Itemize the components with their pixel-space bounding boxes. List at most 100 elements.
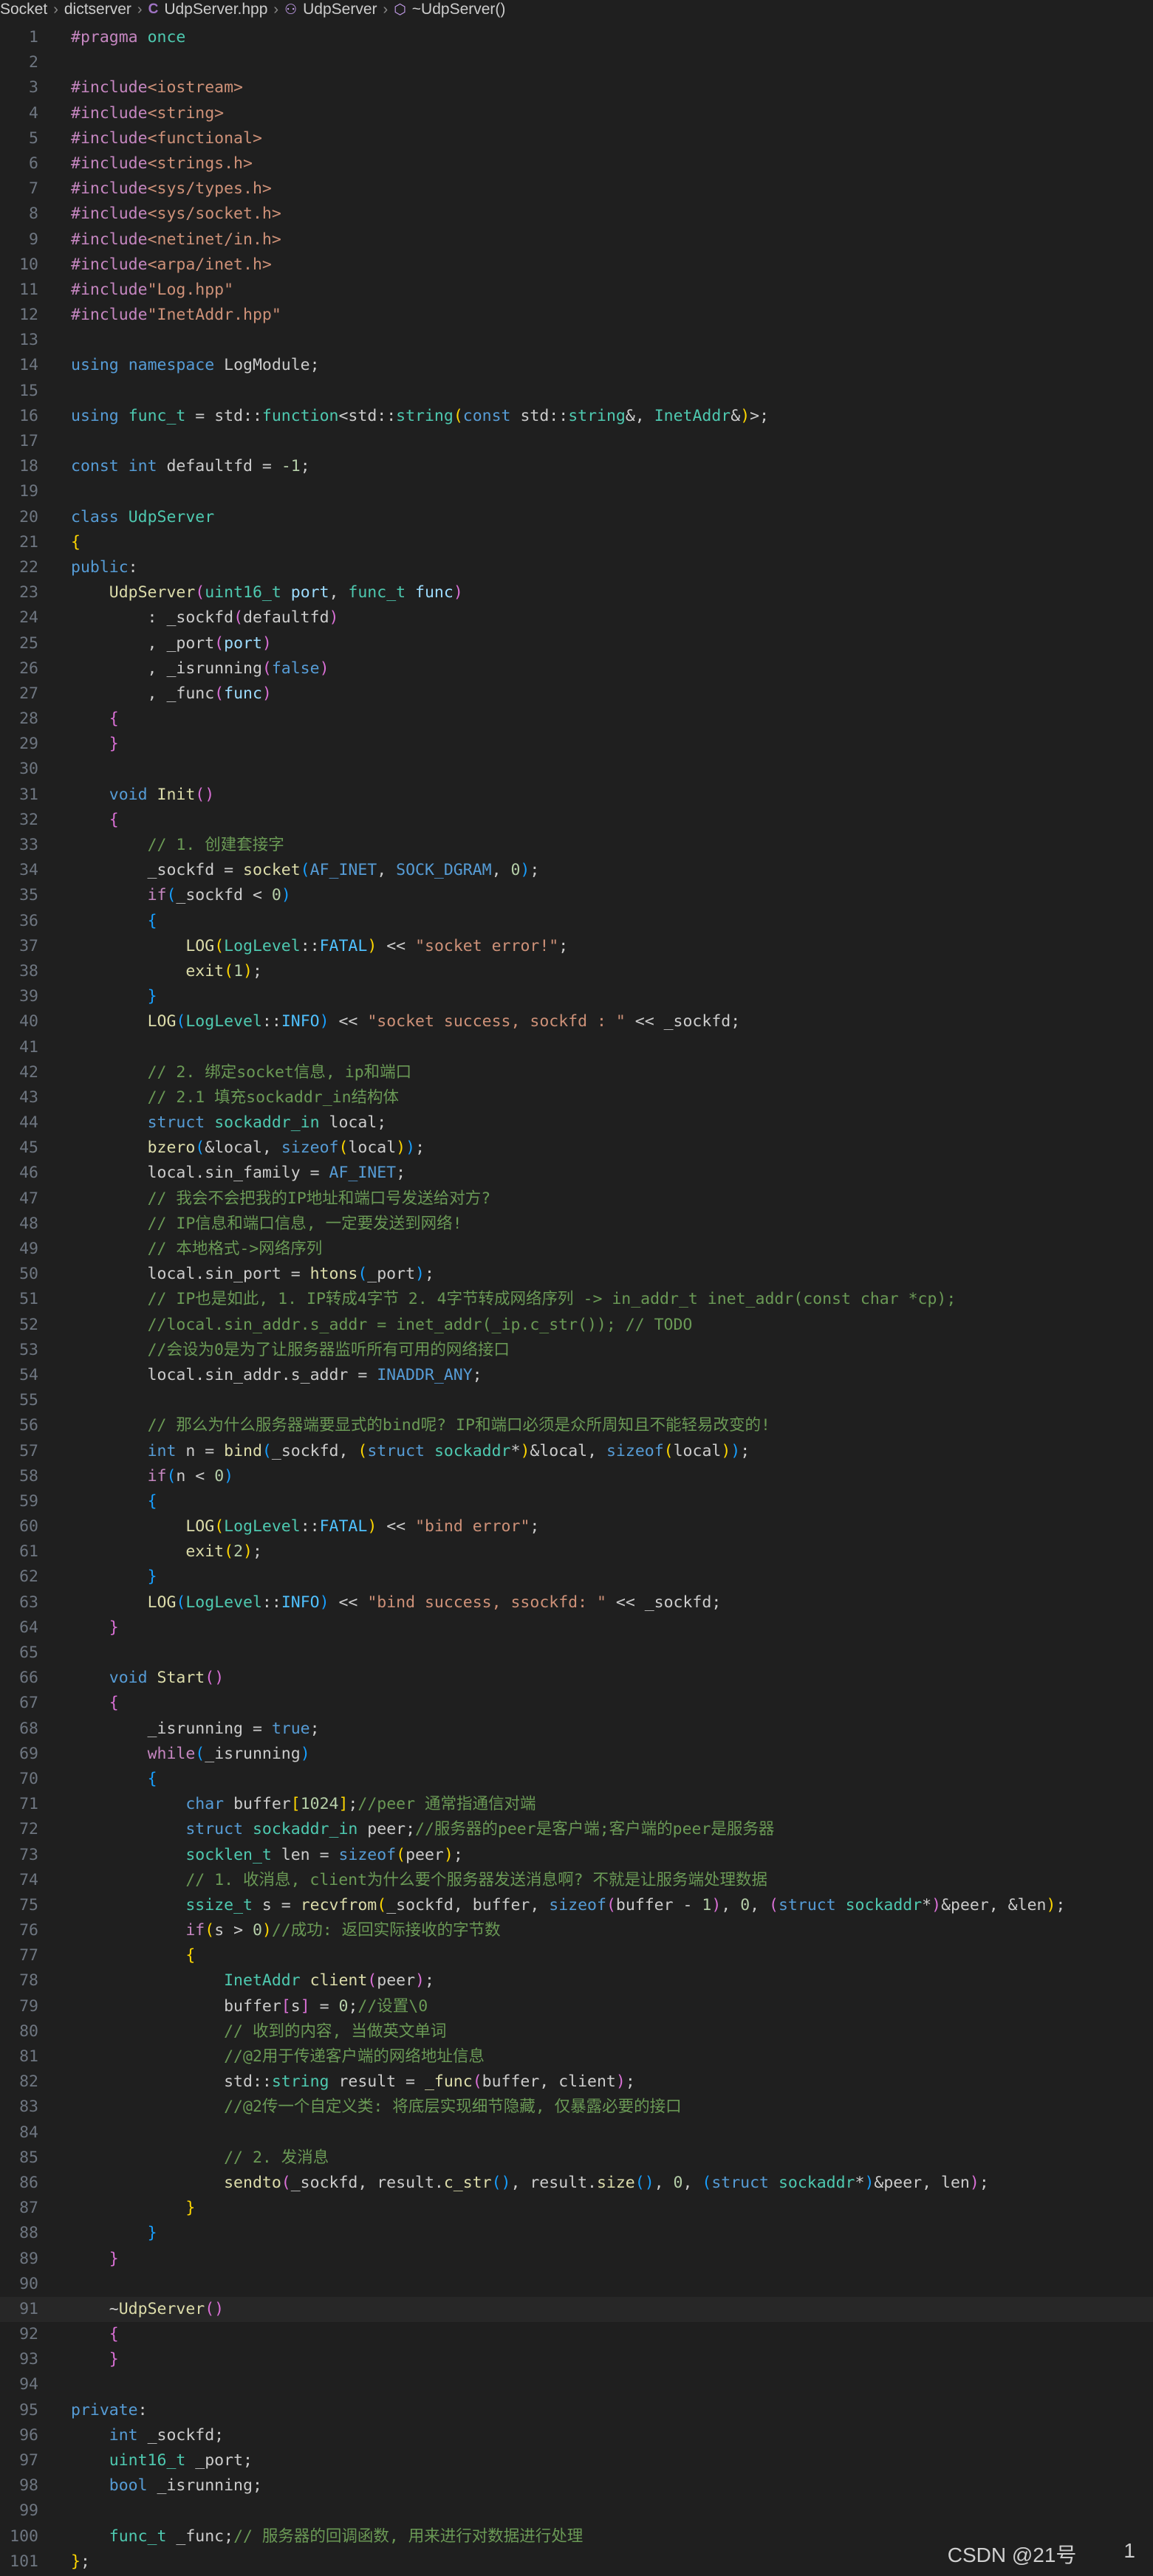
code-line[interactable]: 54 local.sin_addr.s_addr = INADDR_ANY; [0, 1363, 1153, 1388]
code-line[interactable]: 8 #include<sys/socket.h> [0, 202, 1153, 227]
code-line[interactable]: 56 // 那么为什么服务器端要显式的bind呢? IP和端口必须是众所周知且不… [0, 1413, 1153, 1438]
code-line[interactable]: 59 { [0, 1489, 1153, 1514]
code-line[interactable]: 69 while(_isrunning) [0, 1742, 1153, 1767]
code-line[interactable]: 23 UdpServer(uint16_t port, func_t func) [0, 580, 1153, 605]
code-line[interactable]: 51 // IP也是如此, 1. IP转成4字节 2. 4字节转成网络序列 ->… [0, 1287, 1153, 1312]
code-line[interactable]: 18 const int defaultfd = -1; [0, 454, 1153, 479]
code-line[interactable]: 1 #pragma once [0, 25, 1153, 50]
code-line[interactable]: 34 _sockfd = socket(AF_INET, SOCK_DGRAM,… [0, 858, 1153, 883]
code-line[interactable]: 14 using namespace LogModule; [0, 353, 1153, 378]
code-line[interactable]: 52 //local.sin_addr.s_addr = inet_addr(_… [0, 1313, 1153, 1338]
code-line[interactable]: 72 struct sockaddr_in peer;//服务器的peer是客户… [0, 1817, 1153, 1842]
code-line[interactable]: 55 [0, 1388, 1153, 1413]
code-line[interactable]: 15 [0, 379, 1153, 404]
code-line[interactable]: 49 // 本地格式->网络序列 [0, 1237, 1153, 1262]
code-line[interactable]: 20 class UdpServer [0, 505, 1153, 530]
code-line[interactable]: 45 bzero(&local, sizeof(local)); [0, 1136, 1153, 1161]
code-line[interactable]: 17 [0, 429, 1153, 454]
code-line[interactable]: 22 public: [0, 555, 1153, 580]
code-line[interactable]: 37 LOG(LogLevel::FATAL) << "socket error… [0, 934, 1153, 959]
code-line[interactable]: 5 #include<functional> [0, 126, 1153, 151]
code-line[interactable]: 61 exit(2); [0, 1539, 1153, 1565]
code-line[interactable]: 87 } [0, 2196, 1153, 2221]
code-line[interactable]: 28 { [0, 707, 1153, 732]
code-line[interactable]: 83 //@2传一个自定义类: 将底层实现细节隐藏, 仅暴露必要的接口 [0, 2095, 1153, 2120]
code-line[interactable]: 65 [0, 1641, 1153, 1666]
code-line[interactable]: 39 } [0, 984, 1153, 1009]
code-line[interactable]: 19 [0, 479, 1153, 504]
code-line[interactable]: 42 // 2. 绑定socket信息, ip和端口 [0, 1060, 1153, 1085]
code-line[interactable]: 11 #include"Log.hpp" [0, 278, 1153, 303]
code-line[interactable]: 96 int _sockfd; [0, 2423, 1153, 2448]
code-line[interactable]: 78 InetAddr client(peer); [0, 1968, 1153, 1993]
code-line[interactable]: 33 // 1. 创建套接字 [0, 833, 1153, 858]
code-line[interactable]: 68 _isrunning = true; [0, 1717, 1153, 1742]
code-line[interactable]: 57 int n = bind(_sockfd, (struct sockadd… [0, 1439, 1153, 1464]
code-line[interactable]: 46 local.sin_family = AF_INET; [0, 1161, 1153, 1186]
code-line[interactable]: 71 char buffer[1024];//peer 通常指通信对端 [0, 1792, 1153, 1817]
code-line[interactable]: 64 } [0, 1615, 1153, 1641]
code-line[interactable]: 10 #include<arpa/inet.h> [0, 253, 1153, 278]
code-line[interactable]: 97 uint16_t _port; [0, 2448, 1153, 2473]
code-line[interactable]: 24 : _sockfd(defaultfd) [0, 605, 1153, 631]
breadcrumb-file[interactable]: UdpServer.hpp [164, 1, 267, 18]
code-line[interactable]: 95 private: [0, 2398, 1153, 2423]
code-line[interactable]: 32 { [0, 808, 1153, 833]
code-line[interactable]: 35 if(_sockfd < 0) [0, 883, 1153, 908]
code-line[interactable]: 12 #include"InetAddr.hpp" [0, 303, 1153, 328]
code-line[interactable]: 29 } [0, 732, 1153, 757]
code-line[interactable]: 76 if(s > 0)//成功: 返回实际接收的字节数 [0, 1918, 1153, 1943]
code-line[interactable]: 86 sendto(_sockfd, result.c_str(), resul… [0, 2171, 1153, 2196]
breadcrumb-folder-dictserver[interactable]: dictserver [64, 1, 131, 18]
code-line[interactable]: 88 } [0, 2221, 1153, 2246]
code-line[interactable]: 60 LOG(LogLevel::FATAL) << "bind error"; [0, 1514, 1153, 1539]
code-line[interactable]: 31 void Init() [0, 783, 1153, 808]
code-line[interactable]: 38 exit(1); [0, 959, 1153, 984]
code-line[interactable]: 53 //会设为0是为了让服务器监听所有可用的网络接口 [0, 1338, 1153, 1363]
code-line[interactable]: 36 { [0, 909, 1153, 934]
code-line[interactable]: 7 #include<sys/types.h> [0, 176, 1153, 202]
code-line[interactable]: 73 socklen_t len = sizeof(peer); [0, 1843, 1153, 1868]
breadcrumb-method[interactable]: ~UdpServer() [412, 1, 506, 18]
code-line[interactable]: 47 // 我会不会把我的IP地址和端口号发送给对方? [0, 1186, 1153, 1212]
code-line[interactable]: 40 LOG(LogLevel::INFO) << "socket succes… [0, 1009, 1153, 1034]
code-line[interactable]: 9 #include<netinet/in.h> [0, 227, 1153, 253]
code-line[interactable]: 74 // 1. 收消息, client为什么要个服务器发送消息啊? 不就是让服… [0, 1868, 1153, 1893]
code-line[interactable]: 77 { [0, 1943, 1153, 1968]
code-line[interactable]: 79 buffer[s] = 0;//设置\0 [0, 1994, 1153, 2019]
breadcrumb-folder-socket[interactable]: Socket [0, 1, 47, 18]
code-line[interactable]: 3 #include<iostream> [0, 75, 1153, 100]
code-line[interactable]: 16 using func_t = std::function<std::stri… [0, 404, 1153, 429]
code-line[interactable]: 41 [0, 1035, 1153, 1060]
code-line[interactable]: 67 { [0, 1691, 1153, 1716]
code-line[interactable]: 84 [0, 2120, 1153, 2146]
code-line[interactable]: 99 [0, 2498, 1153, 2524]
code-line[interactable]: 58 if(n < 0) [0, 1464, 1153, 1489]
code-line[interactable]: 90 [0, 2272, 1153, 2297]
code-line[interactable]: 62 } [0, 1565, 1153, 1590]
breadcrumb-class[interactable]: UdpServer [303, 1, 377, 18]
code-line[interactable]: 85 // 2. 发消息 [0, 2146, 1153, 2171]
code-line[interactable]: 89 } [0, 2247, 1153, 2272]
code-line[interactable]: 50 local.sin_port = htons(_port); [0, 1262, 1153, 1287]
code-line[interactable]: 27 , _func(func) [0, 681, 1153, 707]
code-line[interactable]: 81 //@2用于传递客户端的网络地址信息 [0, 2044, 1153, 2070]
code-line[interactable]: 66 void Start() [0, 1666, 1153, 1691]
code-line[interactable]: 98 bool _isrunning; [0, 2473, 1153, 2498]
code-line[interactable]: 92 { [0, 2322, 1153, 2347]
code-line[interactable]: 21 { [0, 530, 1153, 555]
code-line[interactable]: 48 // IP信息和端口信息, 一定要发送到网络! [0, 1212, 1153, 1237]
code-line[interactable]: 30 [0, 757, 1153, 782]
code-line[interactable]: 43 // 2.1 填充sockaddr_in结构体 [0, 1085, 1153, 1110]
code-line[interactable]: 26 , _isrunning(false) [0, 656, 1153, 681]
code-line[interactable]: 70 { [0, 1767, 1153, 1792]
code-line[interactable]: 63 LOG(LogLevel::INFO) << "bind success,… [0, 1590, 1153, 1615]
code-line[interactable]: 80 // 收到的内容, 当做英文单词 [0, 2019, 1153, 2044]
code-line[interactable]: 94 [0, 2372, 1153, 2397]
code-line[interactable]: 82 std::string result = _func(buffer, cl… [0, 2070, 1153, 2095]
code-line[interactable]: 44 struct sockaddr_in local; [0, 1110, 1153, 1136]
code-line[interactable]: 93 } [0, 2347, 1153, 2372]
code-line[interactable]: 91 ~UdpServer() [0, 2296, 1153, 2323]
code-line[interactable]: 25 , _port(port) [0, 631, 1153, 656]
code-line[interactable]: 75 ssize_t s = recvfrom(_sockfd, buffer,… [0, 1893, 1153, 1918]
